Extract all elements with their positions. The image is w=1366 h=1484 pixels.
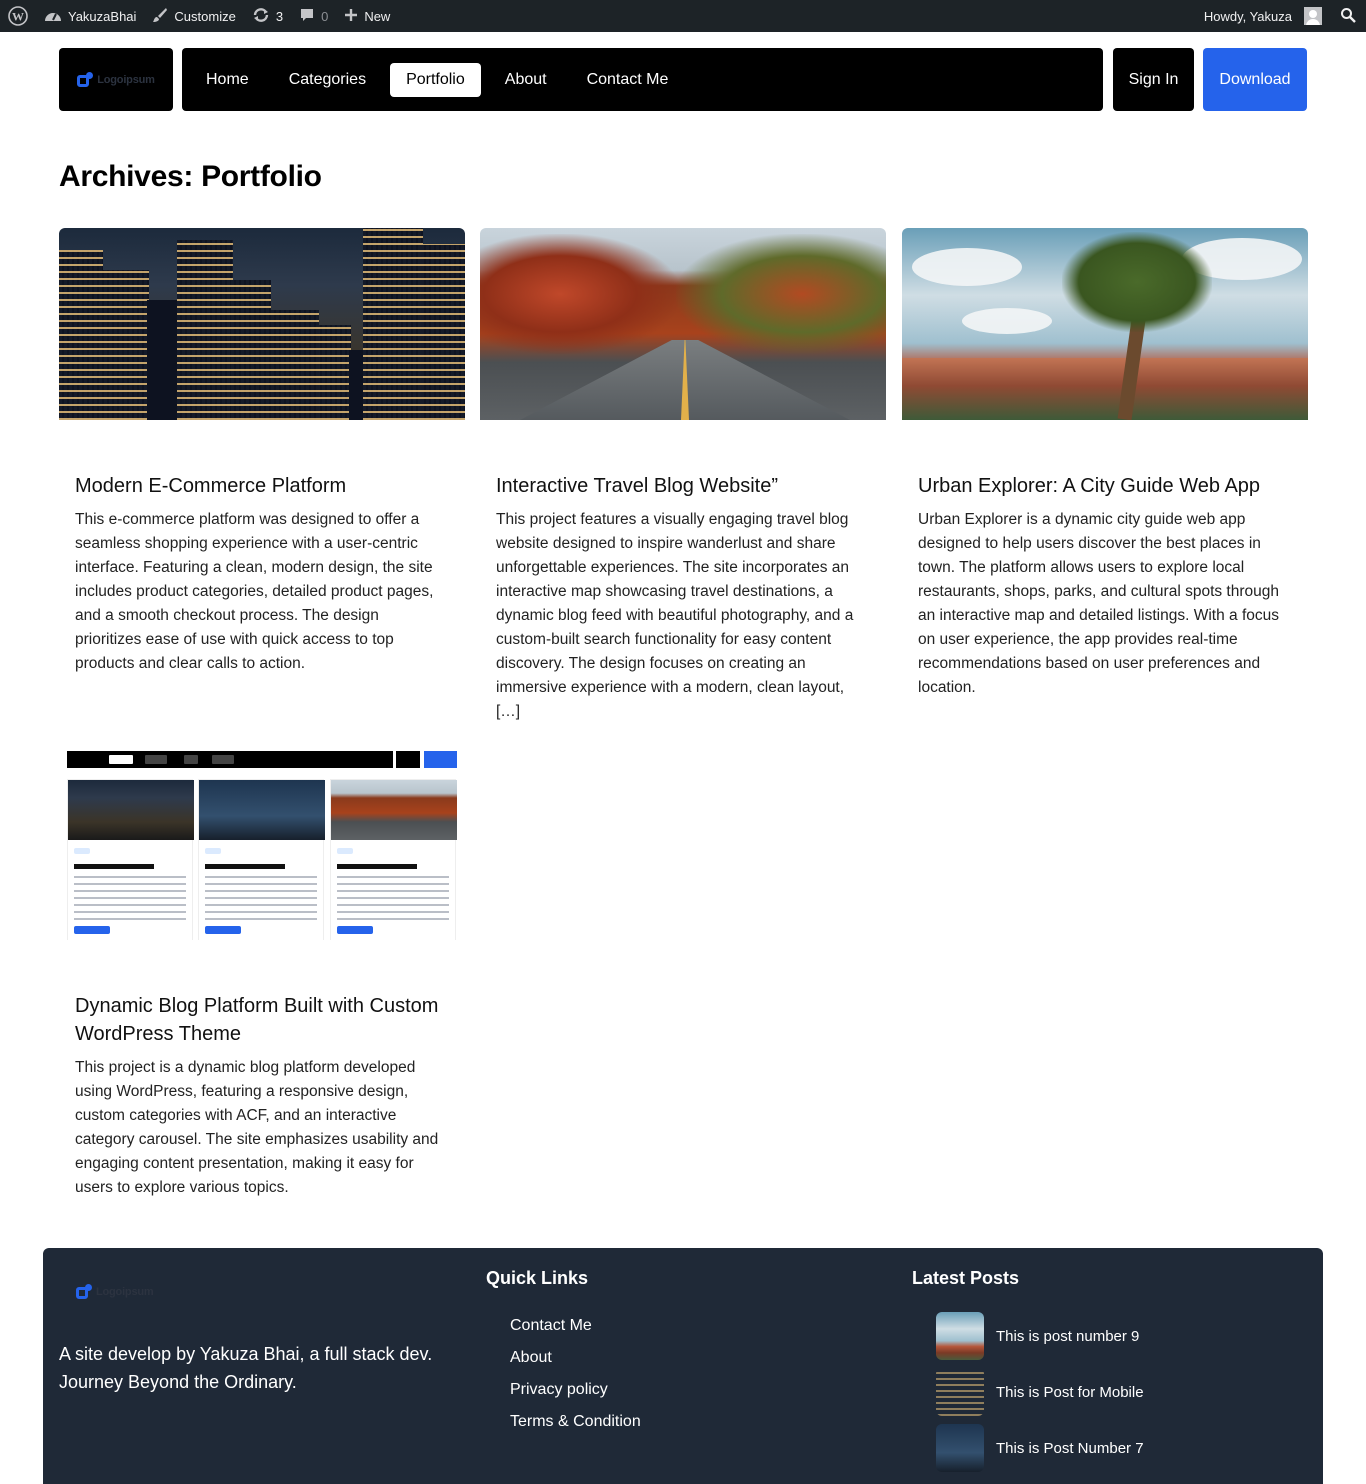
site-logo[interactable]: Logoipsum <box>59 48 173 111</box>
latest-post-title[interactable]: This is Post Number 7 <box>996 1440 1144 1457</box>
card-description: Urban Explorer is a dynamic city guide w… <box>918 511 1280 696</box>
main-nav: Home Categories Portfolio About Contact … <box>182 48 1103 111</box>
portfolio-card[interactable]: Dynamic Blog Platform Built with Custom … <box>59 748 465 1200</box>
search-icon <box>1340 7 1356 26</box>
site-name-label: YakuzaBhai <box>68 8 137 24</box>
comments-count: 0 <box>321 8 329 24</box>
new-label: New <box>364 8 391 24</box>
site-footer: Logoipsum A site develop by Yakuza Bhai,… <box>43 1248 1323 1484</box>
footer-link-about[interactable]: About <box>510 1342 641 1374</box>
footer-link-contact[interactable]: Contact Me <box>510 1310 641 1342</box>
card-description: This project is a dynamic blog platform … <box>75 1059 439 1196</box>
wp-admin-bar: W YakuzaBhai Customize 3 0 New Howdy, Ya… <box>0 0 1366 32</box>
sign-in-button[interactable]: Sign In <box>1113 48 1194 111</box>
brush-icon <box>152 7 168 26</box>
latest-post-item[interactable]: This is Post for Mobile <box>936 1364 1144 1420</box>
latest-post-item[interactable]: This is post number 9 <box>936 1308 1144 1364</box>
nav-home[interactable]: Home <box>190 63 265 97</box>
card-title[interactable]: Urban Explorer: A City Guide Web App <box>902 472 1308 500</box>
nav-about[interactable]: About <box>489 63 563 97</box>
logo-icon <box>77 71 94 88</box>
card-image-screenshot[interactable] <box>59 748 465 940</box>
website-preview-thumbnail <box>67 751 457 940</box>
footer-link-terms[interactable]: Terms & Condition <box>510 1406 641 1438</box>
customize-label: Customize <box>174 8 236 24</box>
card-image-road[interactable] <box>480 228 886 420</box>
plus-icon <box>344 8 358 25</box>
howdy-label: Howdy, Yakuza <box>1203 8 1292 24</box>
latest-posts-list: This is post number 9 This is Post for M… <box>936 1308 1144 1476</box>
card-description: This project features a visually engagin… <box>496 511 854 720</box>
footer-logo-text: Logoipsum <box>96 1286 154 1298</box>
card-image-tree[interactable] <box>902 228 1308 420</box>
nav-portfolio[interactable]: Portfolio <box>390 62 481 97</box>
quick-links-list: Contact Me About Privacy policy Terms & … <box>510 1310 641 1438</box>
nav-categories[interactable]: Categories <box>273 63 382 97</box>
latest-posts-title: Latest Posts <box>912 1268 1020 1288</box>
new-content-link[interactable]: New <box>336 0 398 32</box>
page-title: Archives: Portfolio <box>59 160 322 193</box>
site-name-link[interactable]: YakuzaBhai <box>36 0 144 32</box>
portfolio-card[interactable]: Interactive Travel Blog Website” This pr… <box>480 228 886 724</box>
comment-icon <box>299 7 315 26</box>
avatar <box>1304 7 1322 25</box>
card-image-city[interactable] <box>59 228 465 420</box>
card-description: This e-commerce platform was designed to… <box>75 511 434 672</box>
card-title[interactable]: Dynamic Blog Platform Built with Custom … <box>59 992 465 1048</box>
latest-post-item[interactable]: This is Post Number 7 <box>936 1420 1144 1476</box>
download-button[interactable]: Download <box>1203 48 1307 111</box>
portfolio-card[interactable]: Urban Explorer: A City Guide Web App Urb… <box>902 228 1308 700</box>
updates-count: 3 <box>275 8 284 24</box>
post-thumbnail[interactable] <box>936 1368 984 1416</box>
updates-icon <box>252 7 270 26</box>
quick-links-title: Quick Links <box>486 1268 589 1288</box>
admin-search-button[interactable] <box>1330 0 1366 32</box>
customize-link[interactable]: Customize <box>144 0 243 32</box>
my-account-link[interactable]: Howdy, Yakuza <box>1196 0 1330 32</box>
updates-link[interactable]: 3 <box>244 0 291 32</box>
nav-contact-me[interactable]: Contact Me <box>571 63 685 97</box>
post-thumbnail[interactable] <box>936 1312 984 1360</box>
footer-link-privacy[interactable]: Privacy policy <box>510 1374 641 1406</box>
svg-text:W: W <box>12 10 24 24</box>
card-title[interactable]: Interactive Travel Blog Website” <box>480 472 886 500</box>
comments-link[interactable]: 0 <box>291 0 336 32</box>
logo-text: Logoipsum <box>97 73 155 86</box>
dashboard-icon <box>44 8 62 25</box>
footer-tagline: A site develop by Yakuza Bhai, a full st… <box>59 1344 433 1392</box>
latest-post-title[interactable]: This is post number 9 <box>996 1328 1139 1345</box>
wordpress-logo-icon[interactable]: W <box>0 0 36 32</box>
card-title[interactable]: Modern E-Commerce Platform <box>59 472 465 500</box>
post-thumbnail[interactable] <box>936 1424 984 1472</box>
logo-icon <box>76 1284 92 1300</box>
portfolio-card[interactable]: Modern E-Commerce Platform This e-commer… <box>59 228 465 676</box>
latest-post-title[interactable]: This is Post for Mobile <box>996 1384 1144 1401</box>
footer-logo[interactable]: Logoipsum <box>76 1284 154 1300</box>
